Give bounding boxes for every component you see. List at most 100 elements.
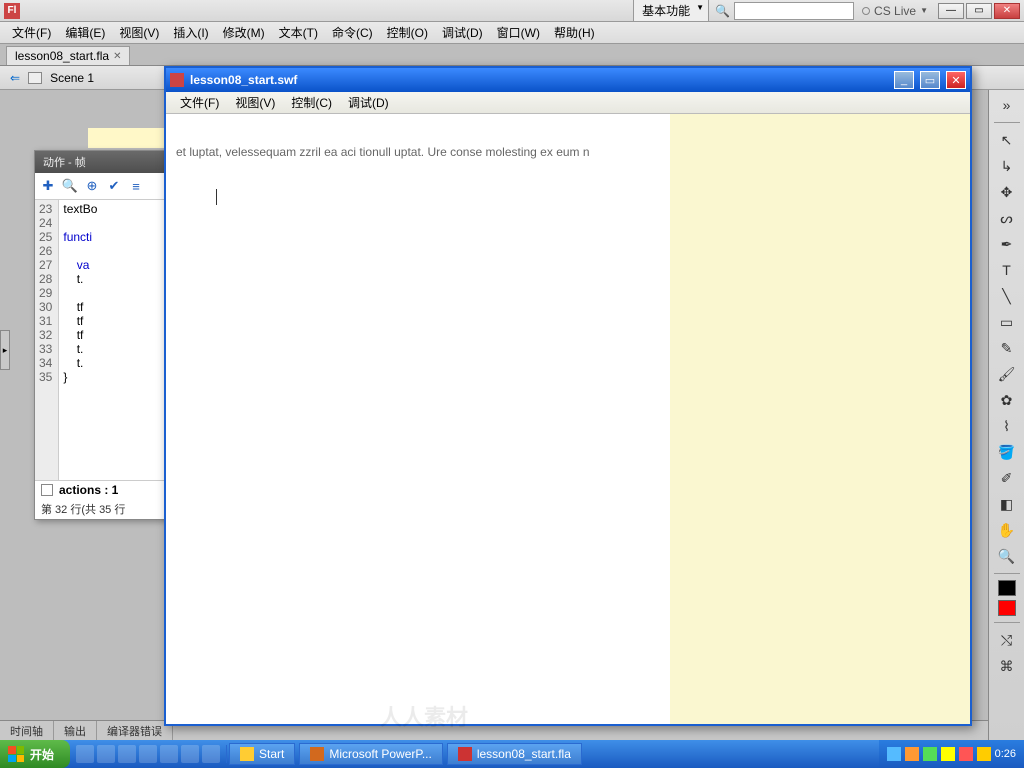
- swf-menu-debug[interactable]: 调试(D): [342, 92, 395, 113]
- powerpoint-icon: [310, 747, 324, 761]
- tray-icon[interactable]: [887, 747, 901, 761]
- flash-icon: [458, 747, 472, 761]
- swf-titlebar[interactable]: lesson08_start.swf _ ▭ ✕: [166, 68, 970, 92]
- ql-icon[interactable]: [76, 745, 94, 763]
- swap-colors-icon[interactable]: ⤭: [994, 629, 1020, 651]
- quick-launch: [70, 745, 227, 763]
- code-lines: textBo functi va t. tf tf tf t. t. }: [59, 200, 101, 480]
- swf-stage[interactable]: et luptat, velessequam zzril ea aci tion…: [166, 114, 970, 724]
- menu-file[interactable]: 文件(F): [6, 22, 57, 43]
- pen-tool[interactable]: ✒: [994, 233, 1020, 255]
- pencil-tool[interactable]: ✎: [994, 337, 1020, 359]
- code-editor[interactable]: 23242526272829303132333435 textBo functi…: [35, 200, 173, 480]
- workspace-switcher[interactable]: 基本功能: [633, 0, 709, 22]
- snap-icon[interactable]: ⌘: [994, 655, 1020, 677]
- search-icon: 🔍: [715, 4, 730, 18]
- taskbar-task[interactable]: Start: [229, 743, 295, 765]
- rectangle-tool[interactable]: ▭: [994, 311, 1020, 333]
- menu-modify[interactable]: 修改(M): [217, 22, 271, 43]
- selection-tool[interactable]: ↖: [994, 129, 1020, 151]
- ql-icon[interactable]: [181, 745, 199, 763]
- menu-view[interactable]: 视图(V): [113, 22, 165, 43]
- paint-bucket-tool[interactable]: 🪣: [994, 441, 1020, 463]
- subselection-tool[interactable]: ↳: [994, 155, 1020, 177]
- line-tool[interactable]: ╲: [994, 285, 1020, 307]
- tray-icon[interactable]: [977, 747, 991, 761]
- taskbar-clock[interactable]: 0:26: [995, 748, 1016, 760]
- swf-maximize-button[interactable]: ▭: [920, 71, 940, 89]
- swf-minimize-button[interactable]: _: [894, 71, 914, 89]
- swf-menu-file[interactable]: 文件(F): [174, 92, 225, 113]
- find-icon[interactable]: 🔍: [61, 177, 79, 195]
- menu-debug[interactable]: 调试(D): [436, 22, 489, 43]
- lasso-tool[interactable]: ᔕ: [994, 207, 1020, 229]
- tab-close-icon[interactable]: ✕: [113, 51, 121, 62]
- add-script-icon[interactable]: ✚: [39, 177, 57, 195]
- target-icon[interactable]: ⊕: [83, 177, 101, 195]
- start-button[interactable]: 开始: [0, 740, 70, 768]
- swf-close-button[interactable]: ✕: [946, 71, 966, 89]
- eraser-tool[interactable]: ◧: [994, 493, 1020, 515]
- stroke-color-swatch[interactable]: [998, 580, 1016, 596]
- script-nav-icon[interactable]: [41, 484, 53, 496]
- bone-tool[interactable]: ⌇: [994, 415, 1020, 437]
- minimize-button[interactable]: —: [938, 3, 964, 19]
- taskbar-task[interactable]: lesson08_start.fla: [447, 743, 582, 765]
- swf-text-content: et luptat, velessequam zzril ea aci tion…: [176, 145, 590, 159]
- menu-insert[interactable]: 插入(I): [167, 22, 214, 43]
- ql-icon[interactable]: [97, 745, 115, 763]
- fill-color-swatch[interactable]: [998, 600, 1016, 616]
- tab-timeline[interactable]: 时间轴: [0, 721, 54, 741]
- maximize-button[interactable]: ▭: [966, 3, 992, 19]
- search-input[interactable]: [734, 2, 854, 20]
- free-transform-tool[interactable]: ✥: [994, 181, 1020, 203]
- menu-commands[interactable]: 命令(C): [326, 22, 379, 43]
- timeline-fragment: [88, 128, 168, 148]
- check-syntax-icon[interactable]: ✔: [105, 177, 123, 195]
- tray-icon[interactable]: [905, 747, 919, 761]
- windows-taskbar: 开始 Start Microsoft PowerP... lesson08_st…: [0, 740, 1024, 768]
- line-gutter: 23242526272829303132333435: [35, 200, 59, 480]
- text-caret: [216, 189, 217, 205]
- eyedropper-tool[interactable]: ✐: [994, 467, 1020, 489]
- ql-icon[interactable]: [160, 745, 178, 763]
- autoformat-icon[interactable]: ≡: [127, 177, 145, 195]
- deco-tool[interactable]: ✿: [994, 389, 1020, 411]
- tab-output[interactable]: 输出: [54, 721, 97, 741]
- taskbar-task[interactable]: Microsoft PowerP...: [299, 743, 442, 765]
- swf-player-window: lesson08_start.swf _ ▭ ✕ 文件(F) 视图(V) 控制(…: [164, 66, 972, 726]
- menu-edit[interactable]: 编辑(E): [59, 22, 111, 43]
- swf-menubar: 文件(F) 视图(V) 控制(C) 调试(D): [166, 92, 970, 114]
- menu-control[interactable]: 控制(O): [381, 22, 434, 43]
- close-button[interactable]: ✕: [994, 3, 1020, 19]
- document-tabs: lesson08_start.fla ✕: [0, 44, 1024, 66]
- menu-text[interactable]: 文本(T): [273, 22, 324, 43]
- panel-expand-handle[interactable]: ▸: [0, 330, 10, 370]
- tools-panel: » ↖ ↳ ✥ ᔕ ✒ T ╲ ▭ ✎ 🖌 ✿ ⌇ 🪣 ✐ ◧ ✋ 🔍 ⤭ ⌘: [988, 90, 1024, 740]
- actions-toolbar: ✚ 🔍 ⊕ ✔ ≡: [35, 173, 173, 200]
- app-titlebar: Fl 基本功能 🔍 CS Live▼ — ▭ ✕: [0, 0, 1024, 22]
- swf-menu-control[interactable]: 控制(C): [285, 92, 338, 113]
- hand-tool[interactable]: ✋: [994, 519, 1020, 541]
- document-tab[interactable]: lesson08_start.fla ✕: [6, 46, 130, 65]
- ql-icon[interactable]: [118, 745, 136, 763]
- tab-compiler-errors[interactable]: 编译器错误: [97, 721, 173, 741]
- cslive-button[interactable]: CS Live▼: [862, 4, 928, 18]
- brush-tool[interactable]: 🖌: [994, 363, 1020, 385]
- windows-logo-icon: [8, 746, 24, 762]
- ql-icon[interactable]: [139, 745, 157, 763]
- swf-menu-view[interactable]: 视图(V): [229, 92, 281, 113]
- menu-help[interactable]: 帮助(H): [548, 22, 601, 43]
- tray-icon[interactable]: [959, 747, 973, 761]
- scene-back-icon[interactable]: ⇐: [10, 71, 20, 85]
- actions-panel: 动作 - 帧 ✚ 🔍 ⊕ ✔ ≡ 23242526272829303132333…: [34, 150, 174, 520]
- menu-window[interactable]: 窗口(W): [491, 22, 546, 43]
- tray-icon[interactable]: [941, 747, 955, 761]
- system-tray: 0:26: [879, 740, 1024, 768]
- panel-menu-icon[interactable]: »: [994, 94, 1020, 116]
- zoom-tool[interactable]: 🔍: [994, 545, 1020, 567]
- tray-icon[interactable]: [923, 747, 937, 761]
- text-tool[interactable]: T: [994, 259, 1020, 281]
- actions-panel-title[interactable]: 动作 - 帧: [35, 151, 173, 173]
- ql-icon[interactable]: [202, 745, 220, 763]
